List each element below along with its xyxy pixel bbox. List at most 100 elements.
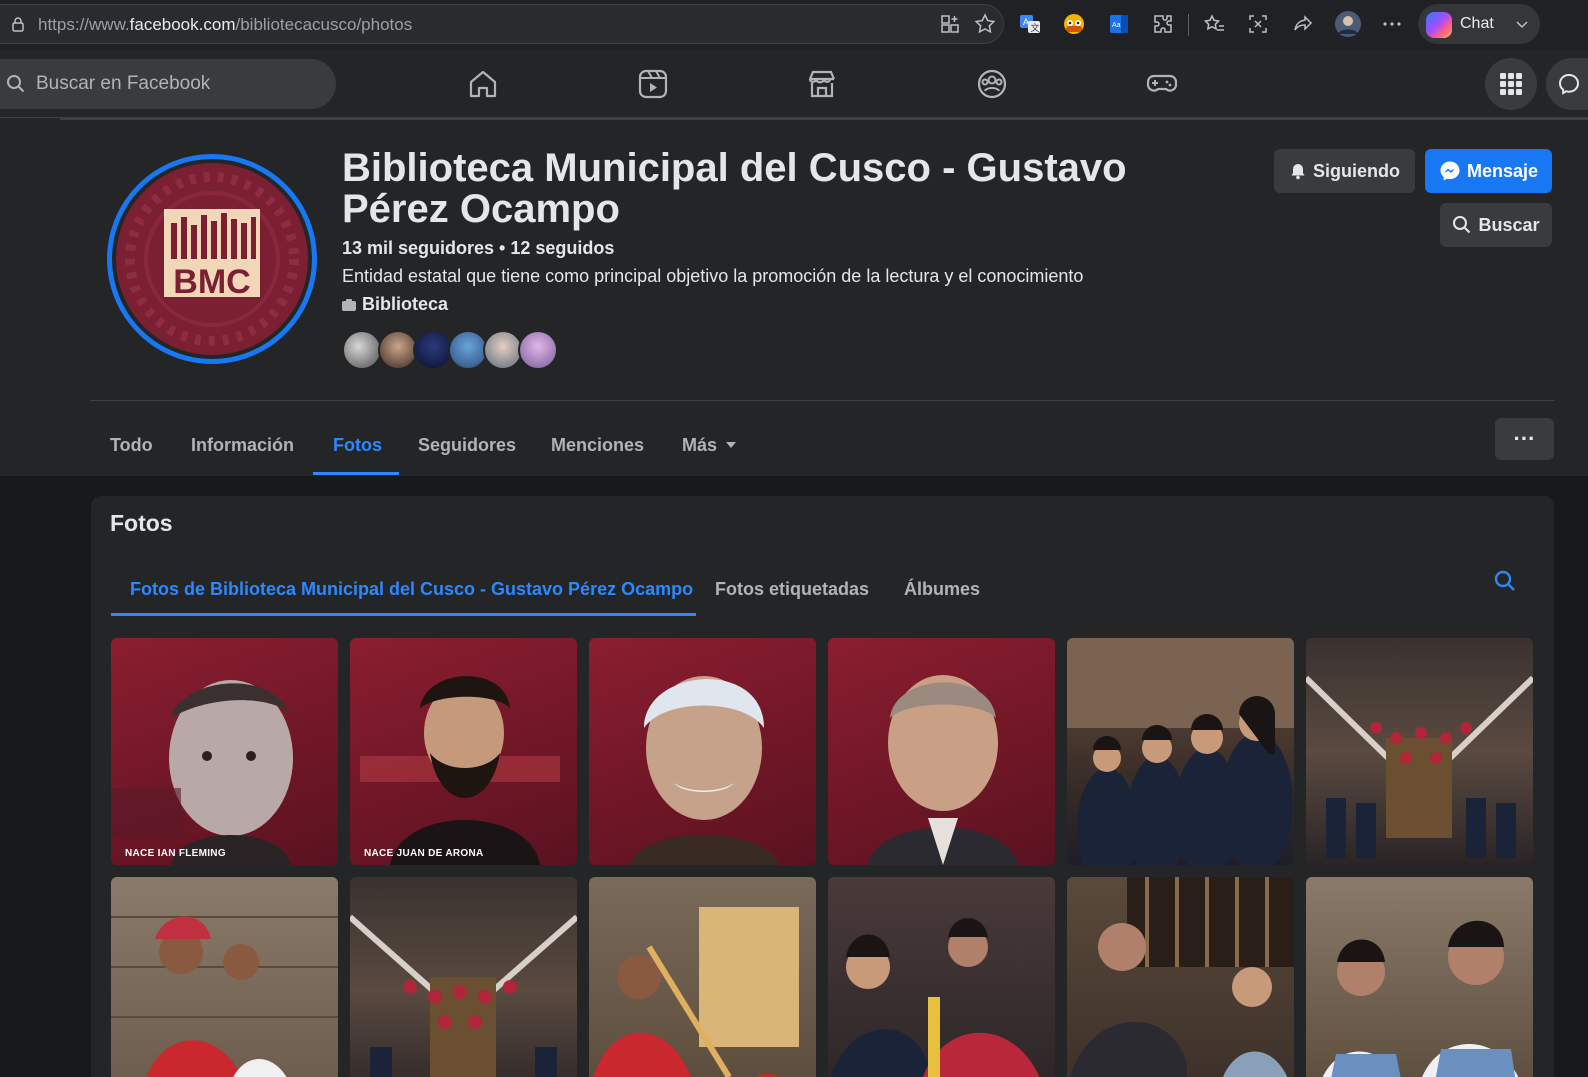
toolbar-separator	[1188, 14, 1189, 36]
svg-text:Aa: Aa	[1112, 22, 1121, 29]
portrait-image	[868, 675, 1018, 865]
chevron-down-icon	[1516, 21, 1528, 29]
tab-todo[interactable]: Todo	[90, 414, 173, 476]
follower-avatar[interactable]	[413, 330, 453, 370]
facebook-search[interactable]	[0, 59, 336, 109]
app-available-icon[interactable]	[938, 12, 962, 36]
photo-tile[interactable]: NACE JUAN DE ARONA	[350, 638, 577, 865]
search-icon[interactable]	[1493, 569, 1517, 593]
chat-label: Chat	[1460, 15, 1494, 32]
copilot-icon	[1426, 12, 1452, 38]
subtab-page-photos[interactable]: Fotos de Biblioteca Municipal del Cusco …	[111, 564, 712, 614]
translate-icon[interactable]: A文	[1018, 12, 1042, 36]
tab-mas[interactable]: Más	[662, 414, 757, 476]
follower-avatar[interactable]	[378, 330, 418, 370]
portrait-image	[629, 676, 779, 865]
profile-avatar-icon[interactable]	[1334, 10, 1362, 38]
video-icon[interactable]	[636, 67, 670, 101]
performer-image	[593, 907, 799, 1077]
active-subtab-indicator	[111, 613, 696, 616]
page-search-button[interactable]: Buscar	[1440, 203, 1552, 247]
photo-tile[interactable]	[1306, 877, 1533, 1077]
facebook-top-nav	[0, 50, 1588, 118]
photo-tile[interactable]	[111, 877, 338, 1077]
subtab-tagged-photos[interactable]: Fotos etiquetadas	[696, 564, 888, 614]
group-photo-image	[1306, 675, 1533, 858]
more-options-icon[interactable]	[1380, 12, 1404, 36]
search-icon	[7, 75, 25, 93]
photos-title: Fotos	[110, 510, 173, 536]
photo-tile[interactable]	[828, 638, 1055, 865]
favorite-star-icon[interactable]	[973, 12, 997, 36]
subtab-albums[interactable]: Álbumes	[885, 564, 999, 614]
bell-icon	[1291, 164, 1305, 180]
tab-informacion[interactable]: Información	[171, 414, 314, 476]
photo-tile[interactable]	[350, 877, 577, 1077]
message-button[interactable]: Mensaje	[1425, 149, 1552, 193]
group-photo-image	[350, 914, 577, 1077]
page-avatar[interactable]: BMC	[107, 154, 317, 364]
gaming-icon[interactable]	[1145, 67, 1179, 101]
browser-toolbar: https://www.facebook.com/bibliotecacusco…	[0, 0, 1588, 50]
page-title: Biblioteca Municipal del Cusco - Gustavo…	[342, 146, 1127, 231]
photo-tile[interactable]	[1067, 877, 1294, 1077]
svg-text:文: 文	[1031, 22, 1040, 33]
copilot-chat-button[interactable]: Chat	[1418, 4, 1540, 44]
follower-avatar[interactable]	[448, 330, 488, 370]
favorites-icon[interactable]	[1202, 12, 1226, 36]
svg-text:BMC: BMC	[173, 263, 250, 301]
photo-caption: NACE IAN FLEMING	[125, 848, 226, 859]
tab-seguidores[interactable]: Seguidores	[398, 414, 536, 476]
ceremony-image	[831, 918, 1040, 1077]
photo-tile[interactable]	[589, 638, 816, 865]
page-header: BMC Biblioteca Municipal del Cusco - Gus…	[0, 118, 1588, 476]
follower-avatars[interactable]	[342, 330, 562, 372]
follower-avatar[interactable]	[518, 330, 558, 370]
caret-down-icon	[726, 442, 737, 448]
groups-icon[interactable]	[975, 67, 1009, 101]
photo-tile[interactable]	[1306, 638, 1533, 865]
screenshot-icon[interactable]	[1246, 12, 1270, 36]
extensions-puzzle-icon[interactable]	[1151, 12, 1175, 36]
active-tab-indicator	[313, 472, 399, 475]
lock-icon	[12, 17, 24, 32]
messenger-button[interactable]	[1546, 58, 1588, 110]
home-icon[interactable]	[466, 67, 500, 101]
photo-tile[interactable]: NACE IAN FLEMING	[111, 638, 338, 865]
marketplace-icon[interactable]	[805, 67, 839, 101]
search-input[interactable]	[36, 59, 326, 109]
tab-fotos[interactable]: Fotos	[313, 414, 402, 476]
follower-avatar[interactable]	[342, 330, 382, 370]
header-divider	[60, 118, 1588, 120]
tab-mas-label: Más	[682, 434, 718, 455]
performer-image	[111, 916, 338, 1077]
tabs-divider	[90, 400, 1554, 401]
extension-face-icon[interactable]	[1062, 12, 1086, 36]
address-bar[interactable]: https://www.facebook.com/bibliotecacusco…	[0, 4, 1004, 44]
photo-tile[interactable]	[1067, 638, 1294, 865]
more-actions-button[interactable]: ···	[1495, 418, 1554, 460]
grid-menu-icon	[1500, 73, 1522, 95]
messenger-icon	[1558, 73, 1580, 95]
menu-grid-button[interactable]	[1485, 58, 1537, 110]
share-icon[interactable]	[1291, 12, 1315, 36]
students-image	[1322, 920, 1519, 1077]
photo-tile[interactable]	[589, 877, 816, 1077]
portrait-image	[111, 680, 293, 865]
category-icon	[342, 298, 356, 311]
message-label: Mensaje	[1466, 160, 1539, 181]
search-label: Buscar	[1478, 214, 1540, 235]
category-label: Biblioteca	[362, 294, 449, 314]
follower-avatar[interactable]	[483, 330, 523, 370]
dictionary-extension-icon[interactable]: Aa	[1107, 12, 1131, 36]
portrait-image	[360, 676, 560, 865]
search-icon	[1453, 216, 1471, 234]
bmc-logo: BMC	[116, 163, 308, 355]
follower-stats[interactable]: 13 mil seguidores • 12 seguidos	[342, 238, 614, 259]
photo-tile[interactable]	[828, 877, 1055, 1077]
page-description: Entidad estatal que tiene como principal…	[342, 266, 1084, 286]
following-label: Siguiendo	[1313, 160, 1400, 181]
tab-menciones[interactable]: Menciones	[531, 414, 664, 476]
students-image	[1067, 638, 1294, 865]
following-button[interactable]: Siguiendo	[1274, 149, 1415, 193]
